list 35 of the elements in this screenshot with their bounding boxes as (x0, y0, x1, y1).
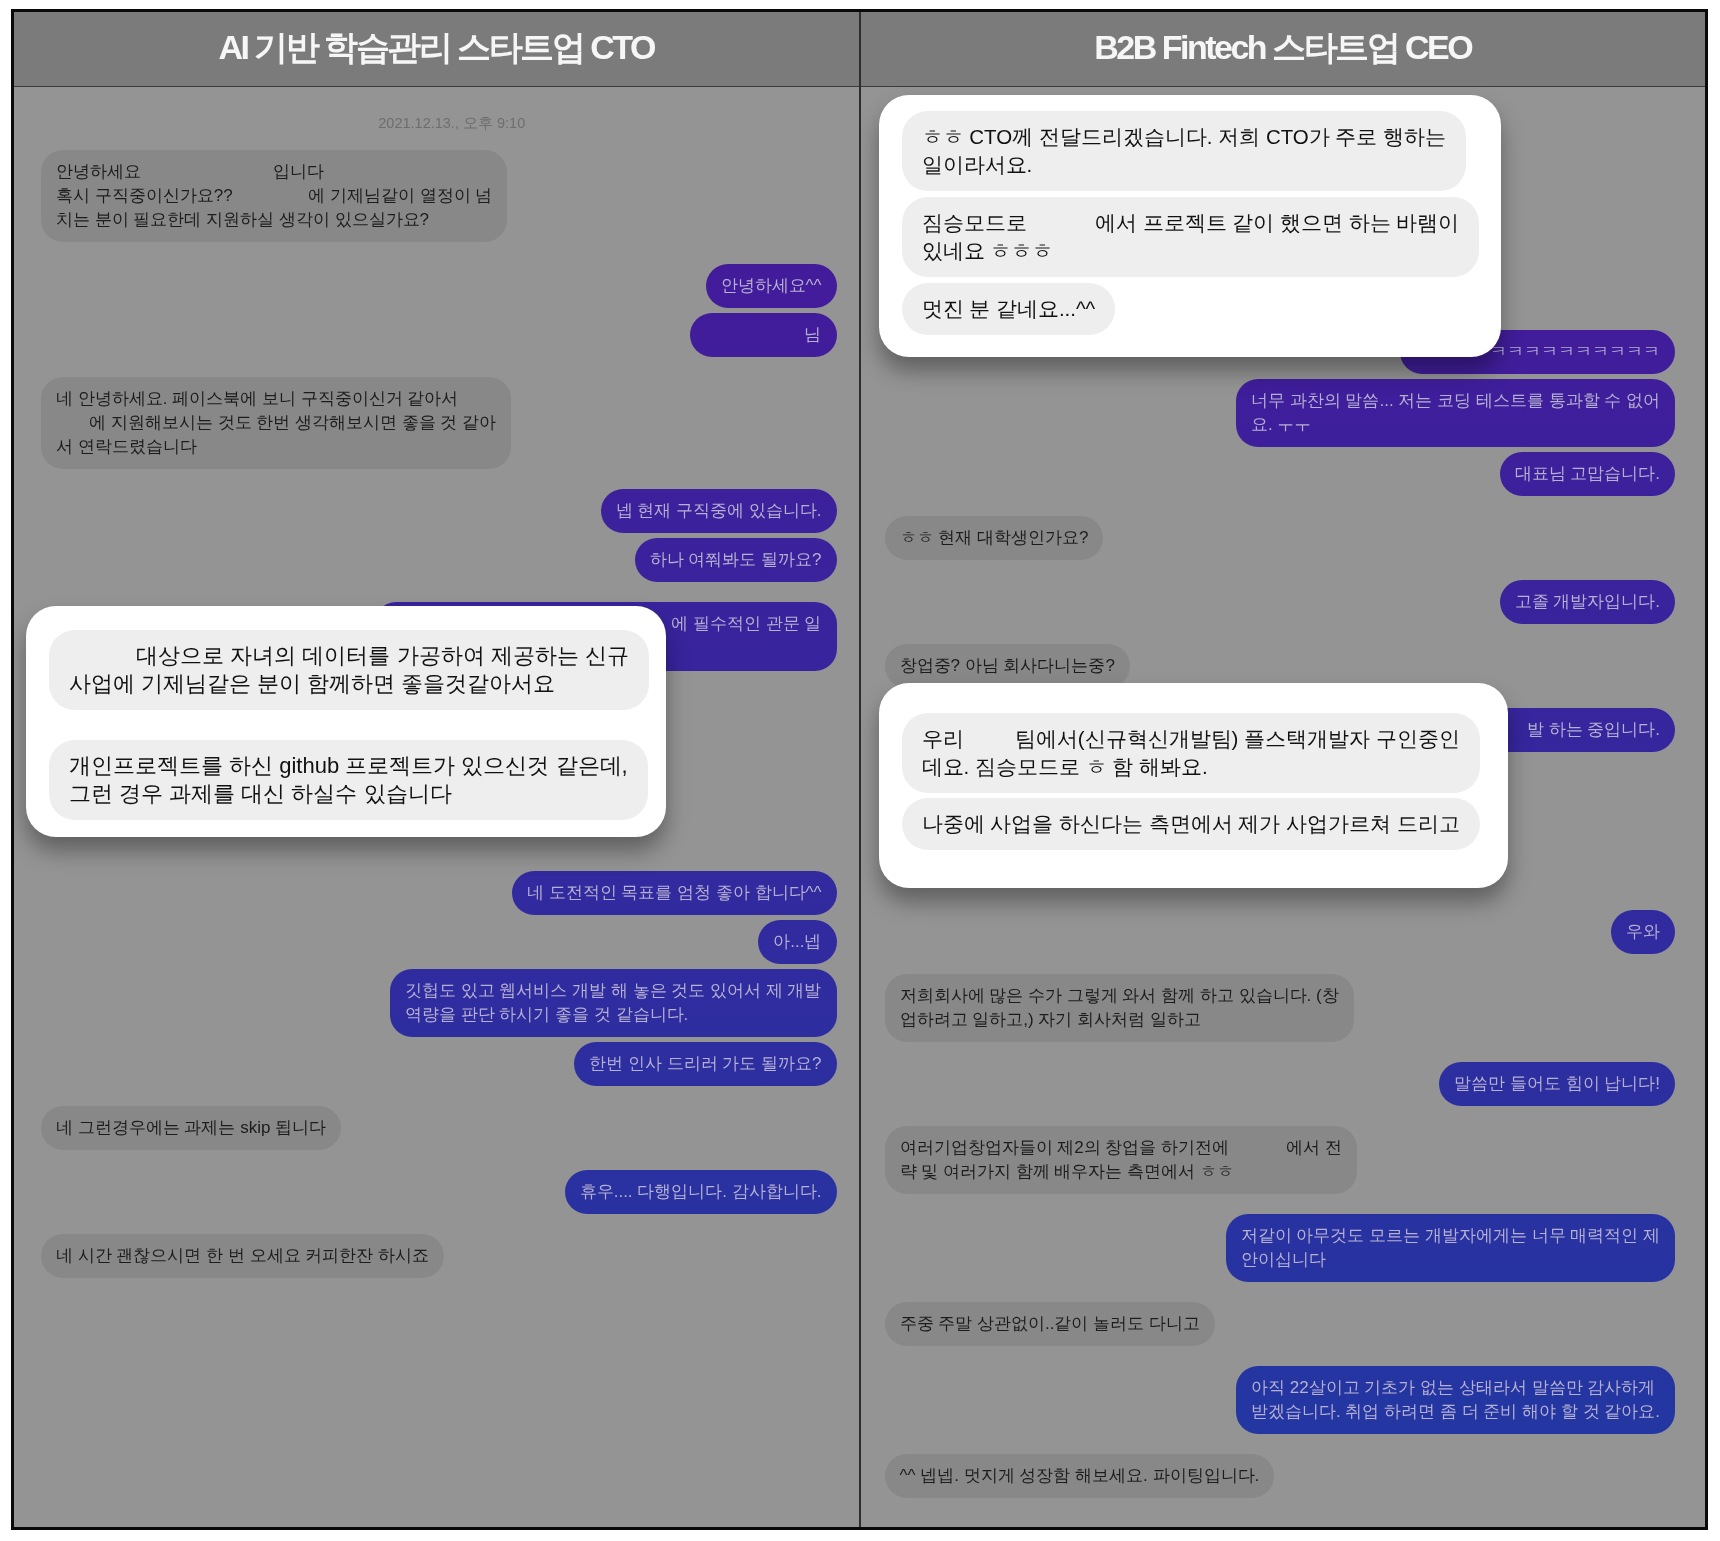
received-message: 멋진 분 같네요...^^ (901, 283, 1116, 335)
sent-message: 너무 과찬의 말씀... 저는 코딩 테스트를 통과할 수 없어 요. ㅜㅜ (1236, 379, 1675, 447)
received-message: ^^ 넵넵. 멋지게 성장함 해보세요. 파이팅입니다. (884, 1454, 1275, 1498)
sent-message: 아직 22살이고 기초가 없는 상태라서 말씀만 감사하게 받겠습니다. 취업 하려면 좀 더 준비 해야 할 것 같아요. (1236, 1366, 1675, 1434)
sent-message: 한번 인사 드리러 가도 될까요? (574, 1042, 837, 1086)
panel-title: B2B Fintech 스타트업 CEO (1094, 27, 1472, 67)
received-message: ㅎㅎ CTO께 전달드리겠습니다. 저희 CTO가 주로 행하는 일이라서요. (901, 111, 1467, 191)
received-message: 개인프로젝트를 하신 github 프로젝트가 있으신것 같은데, 그런 경우 과제를 대신 하실수 있습니다 (49, 740, 648, 820)
received-message: 우리 팀에서(신규혁신개발팀) 플스택개발자 구인중인 데요. 짐승모드로 ㅎ 함 해봐요. (901, 713, 1480, 793)
sent-message: 안녕하세요^^ (705, 264, 837, 308)
received-message: 여러기업창업자들이 제2의 창업을 하기전에 에서 전 략 및 여러가지 함께 배우자는 측면에서 ㅎㅎ (884, 1126, 1357, 1194)
received-message: 창업중? 아님 회사다니는중? (884, 644, 1130, 688)
sent-message: 깃헙도 있고 웹서비스 개발 해 놓은 것도 있어서 제 개발 역량을 판단 하시기 좋을 것 같습니다. (390, 969, 837, 1037)
received-message: 네 시간 괜찮으시면 한 번 오세요 커피한잔 하시죠 (41, 1234, 445, 1278)
sent-message: 대표님 고맙습니다. (1499, 452, 1675, 496)
sent-message: 휴우.... 다행입니다. 감사합니다. (564, 1170, 837, 1214)
received-message: 안녕하세요 입니다 혹시 구직중이신가요?? 에 기제님같이 열정이 넘 치는 분이 필요한데 지원하실 생각이 있으실가요? (41, 150, 508, 242)
sent-message: 우와 (1611, 910, 1675, 954)
received-message: 짐승모드로 에서 프로젝트 같이 했으면 하는 바램이 있네요 ㅎㅎㅎ (901, 197, 1480, 277)
sent-message: 아...넵 (758, 920, 837, 964)
sent-message: 네 도전적인 목표를 엄청 좋아 합니다^^ (511, 871, 837, 915)
sent-message: 고졸 개발자입니다. (1499, 580, 1675, 624)
sent-message: 넵 현재 구직중에 있습니다. (600, 489, 837, 533)
panel-title: AI 기반 학습관리 스타트업 CTO (218, 27, 654, 67)
received-message: ㅎㅎ 현재 대학생인가요? (884, 516, 1104, 560)
sent-message: 하나 여쭤봐도 될까요? (634, 538, 837, 582)
received-message: 대상으로 자녀의 데이터를 가공하여 제공하는 신규 사업에 기제님같은 분이 함께하면 좋을것같아서요 (49, 630, 649, 710)
received-message: 주중 주말 상관없이..같이 놀러도 다니고 (884, 1302, 1215, 1346)
sent-message: 말씀만 들어도 힘이 납니다! (1439, 1062, 1675, 1106)
sent-message: 님 (690, 313, 837, 357)
received-message: 저희회사에 많은 수가 그렇게 와서 함께 하고 있습니다. (창 업하려고 일하고,) 자기 회사처럼 일하고 (884, 974, 1354, 1042)
received-message: 네 그런경우에는 과제는 skip 됩니다 (41, 1106, 342, 1150)
received-message: 나중에 사업을 하신다는 측면에서 제가 사업가르쳐 드리고 (901, 798, 1480, 850)
sent-message: 저같이 아무것도 모르는 개발자에게는 너무 매력적인 제 안이십니다 (1225, 1214, 1675, 1282)
received-message: 네 안녕하세요. 페이스북에 보니 구직중이신거 같아서 에 지원해보시는 것도 한번 생각해보시면 좋을 것 같아 서 연락드렸습니다 (41, 377, 512, 469)
